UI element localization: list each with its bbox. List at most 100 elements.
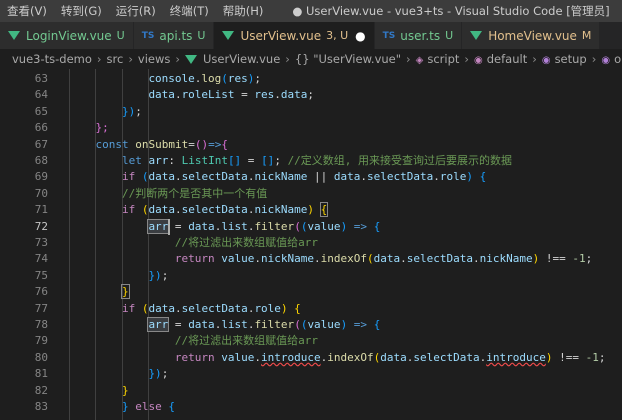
code-token: ( [294, 318, 301, 331]
tab-user-ts[interactable]: TS user.ts U [374, 22, 463, 49]
code-line[interactable]: 80 return value.introduce.indexOf(data.se… [0, 350, 622, 366]
line-number[interactable]: 76 [0, 284, 48, 300]
code-line[interactable]: 64 data.roleList = res.data; [0, 87, 622, 103]
breadcrumb-item[interactable]: views [138, 52, 170, 66]
code-line[interactable]: 77 if (data.selectData.role) { [0, 301, 622, 317]
code-token: if [121, 301, 142, 315]
line-number[interactable]: 78 [0, 317, 48, 333]
tab-status-badge: U [445, 29, 454, 42]
line-number[interactable]: 65 [0, 104, 48, 120]
code-token: ; [307, 88, 315, 102]
symbol-icon: ◈ [415, 55, 424, 66]
breadcrumb-item[interactable]: ◉ default [474, 52, 527, 66]
line-number[interactable]: 64 [0, 87, 48, 103]
code-line[interactable]: 81}); [0, 366, 622, 382]
tab-api-ts[interactable]: TS api.ts U [133, 22, 215, 49]
breadcrumb-item[interactable]: {} "UserView.vue" [295, 52, 401, 66]
code-token: } [121, 284, 130, 300]
code-token: !== [539, 252, 573, 266]
tab-status-badge: U [116, 29, 125, 42]
code-token: data [333, 170, 361, 184]
line-number[interactable]: 70 [0, 186, 48, 202]
menu-item[interactable]: 查看(V) [0, 3, 54, 19]
line-number[interactable]: 83 [0, 399, 48, 415]
code-token: filter [254, 219, 295, 233]
code-token: //将过滤出来数组赋值给arr [174, 334, 319, 348]
code-line[interactable]: 65}); [0, 104, 622, 120]
line-number[interactable]: 72 [0, 219, 48, 235]
code-token: => [347, 219, 374, 233]
tab-loginview-vue[interactable]: LoginView.vue U [0, 22, 134, 49]
menu-item[interactable]: 运行(R) [109, 3, 163, 19]
breadcrumb-label: src [106, 52, 124, 66]
line-number[interactable]: 69 [0, 169, 48, 185]
unsaved-dot-icon[interactable]: ● [355, 29, 365, 43]
code-text: if (data.selectData.nickName || data.sel… [122, 169, 486, 185]
line-number[interactable]: 75 [0, 268, 48, 284]
code-line[interactable]: 72 arr = data.list.filter((value) => { [0, 218, 622, 235]
code-token: if [121, 170, 142, 184]
breadcrumb-item[interactable]: ◈ script [416, 52, 460, 66]
line-number[interactable]: 73 [0, 235, 48, 251]
code-token: ; [161, 367, 169, 381]
code-token: ; [274, 154, 288, 167]
menu-item[interactable]: 转到(G) [54, 3, 109, 19]
line-number[interactable]: 80 [0, 350, 48, 366]
code-line[interactable]: 74 return value.nickName.indexOf(data.sel… [0, 251, 622, 267]
line-number[interactable]: 79 [0, 333, 48, 349]
code-line[interactable]: 69 if (data.selectData.nickName || data.s… [0, 169, 622, 185]
breadcrumb-item[interactable]: ◉onSubmit [601, 52, 622, 66]
code-editor[interactable]: 63 console.log(res); 64 data.roleList = res… [0, 69, 622, 420]
code-token: selectData [181, 203, 248, 217]
code-token: data [148, 301, 175, 315]
breadcrumb-item[interactable]: ◉ setup [542, 52, 587, 66]
code-token: arr [147, 317, 170, 332]
code-line[interactable]: 78 arr = data.list.filter((value) => { [0, 317, 622, 333]
tab-homeview-vue[interactable]: HomeView.vue M [462, 22, 601, 49]
vue-file-icon [470, 31, 483, 40]
code-token: = [188, 137, 195, 151]
code-line[interactable]: 70 //判断两个是否其中一个有值 [0, 186, 622, 202]
breadcrumb-item[interactable]: vue3-ts-demo [12, 52, 92, 66]
line-number[interactable]: 77 [0, 301, 48, 317]
breadcrumb-item[interactable]: src [107, 52, 124, 66]
breadcrumb-item[interactable]: UserView.vue [185, 52, 280, 66]
code-token: ; [254, 72, 262, 85]
code-token: ; [585, 252, 593, 266]
code-line[interactable]: 82} [0, 383, 622, 399]
line-number[interactable]: 81 [0, 366, 48, 382]
menu-item[interactable]: 终端(T) [163, 3, 216, 19]
code-token: } [121, 383, 129, 397]
code-token: value [221, 252, 255, 266]
code-text: data.roleList = res.data; [148, 87, 314, 103]
line-number[interactable]: 68 [0, 153, 48, 169]
code-line[interactable]: 75}); [0, 268, 622, 284]
code-token: ( [221, 72, 228, 85]
code-line[interactable]: 83} else { [0, 399, 622, 415]
menu-item[interactable]: 帮助(H) [216, 3, 271, 19]
code-line[interactable]: 68 let arr: ListInt[] = []; //定义数组, 用来接受查… [0, 153, 622, 169]
line-number[interactable]: 66 [0, 120, 48, 136]
line-number[interactable]: 67 [0, 137, 48, 153]
code-token: . [472, 252, 480, 266]
text-cursor [168, 218, 170, 235]
code-token: indexOf [327, 350, 374, 364]
code-token: { [373, 318, 381, 331]
tab-userview-vue[interactable]: UserView.vue 3, U ● [214, 22, 375, 49]
code-text: return value.nickName.indexOf(data.selec… [175, 251, 592, 267]
code-text: } [121, 284, 130, 300]
line-number[interactable]: 71 [0, 202, 48, 218]
code-token: . [314, 252, 321, 266]
code-line[interactable]: 76} [0, 284, 622, 300]
code-line[interactable]: 66}; [0, 120, 622, 136]
line-number[interactable]: 82 [0, 383, 48, 399]
line-number[interactable]: 74 [0, 251, 48, 267]
line-number[interactable]: 63 [0, 71, 48, 87]
code-line[interactable]: 79 //将过滤出来数组赋值给arr [0, 333, 622, 349]
code-line[interactable]: 63 console.log(res); [0, 71, 622, 87]
code-line[interactable]: 67 const onSubmit=()=>{ [0, 137, 622, 153]
breadcrumb-label: default [486, 52, 528, 66]
code-line[interactable]: 73 //将过滤出来数组赋值给arr [0, 235, 622, 251]
code-line[interactable]: 71 if (data.selectData.nickName) { [0, 202, 622, 218]
